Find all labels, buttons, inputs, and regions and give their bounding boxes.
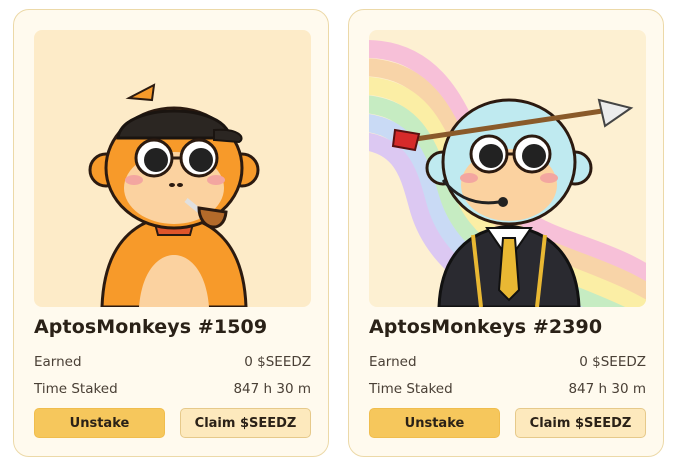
- nft-image: [369, 30, 646, 307]
- nft-image: [34, 30, 311, 307]
- unstake-button[interactable]: Unstake: [34, 408, 165, 438]
- nft-title: AptosMonkeys #2390: [369, 316, 603, 338]
- nft-card: AptosMonkeys #2390 Earned 0 $SEEDZ Time …: [348, 9, 664, 457]
- earned-row: Earned 0 $SEEDZ: [34, 354, 311, 370]
- unstake-button[interactable]: Unstake: [369, 408, 500, 438]
- claim-seedz-button[interactable]: Claim $SEEDZ: [515, 408, 646, 438]
- earned-value: 0 $SEEDZ: [579, 354, 646, 370]
- time-staked-row: Time Staked 847 h 30 m: [34, 381, 311, 397]
- nft-card: AptosMonkeys #1509 Earned 0 $SEEDZ Time …: [13, 9, 329, 457]
- time-staked-label: Time Staked: [369, 381, 453, 397]
- time-staked-label: Time Staked: [34, 381, 118, 397]
- claim-seedz-button[interactable]: Claim $SEEDZ: [180, 408, 311, 438]
- earned-label: Earned: [369, 354, 417, 370]
- earned-row: Earned 0 $SEEDZ: [369, 354, 646, 370]
- time-staked-row: Time Staked 847 h 30 m: [369, 381, 646, 397]
- earned-label: Earned: [34, 354, 82, 370]
- time-staked-value: 847 h 30 m: [568, 381, 646, 397]
- time-staked-value: 847 h 30 m: [233, 381, 311, 397]
- earned-value: 0 $SEEDZ: [244, 354, 311, 370]
- nft-title: AptosMonkeys #1509: [34, 316, 268, 338]
